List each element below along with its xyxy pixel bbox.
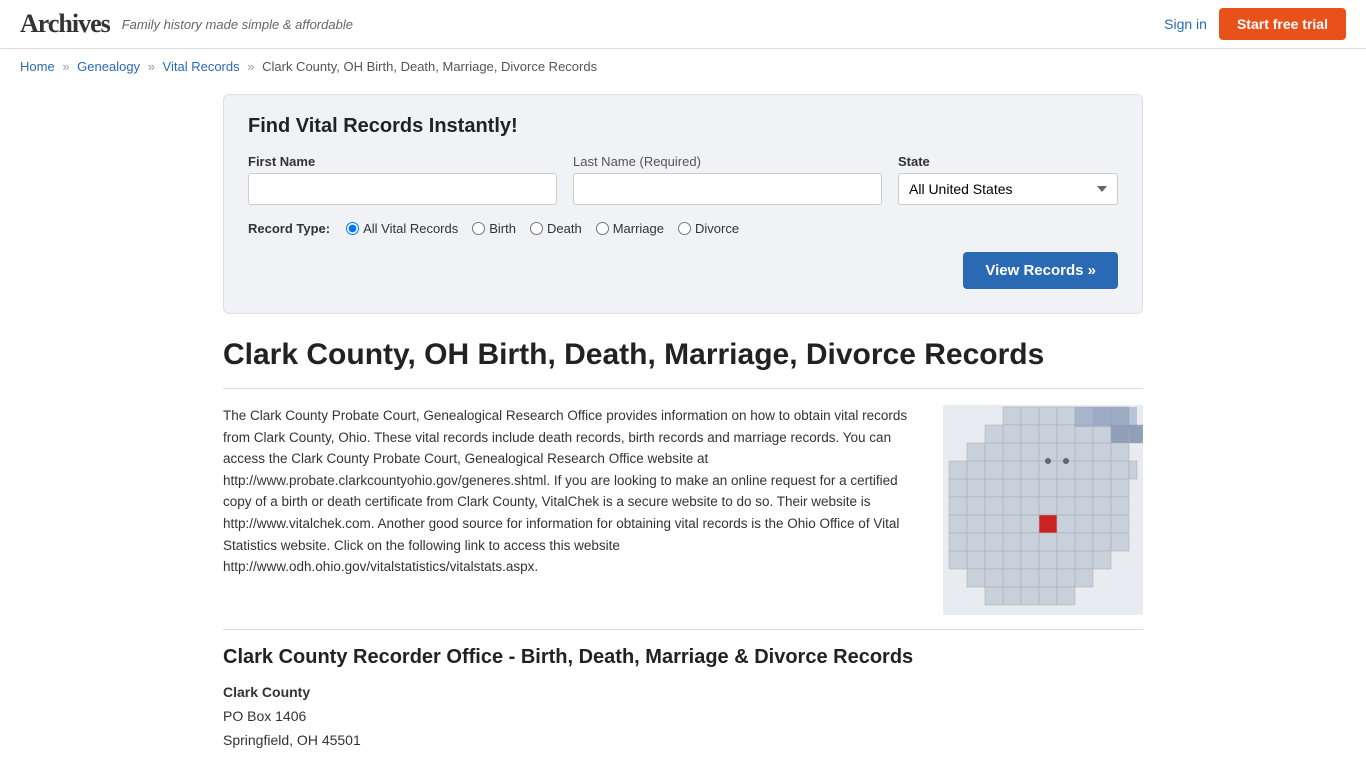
breadcrumb-sep-2: » (148, 59, 155, 74)
radio-options: All Vital Records Birth Death Marriage D… (346, 221, 739, 236)
state-label: State (898, 154, 1118, 169)
site-header: Archives Family history made simple & af… (0, 0, 1366, 49)
view-records-button[interactable]: View Records » (963, 252, 1118, 289)
search-fields: First Name Last Name (Required) State Al… (248, 154, 1118, 205)
site-tagline: Family history made simple & affordable (122, 17, 353, 32)
breadcrumb-current: Clark County, OH Birth, Death, Marriage,… (262, 59, 597, 74)
record-type-label: Record Type: (248, 221, 330, 236)
first-name-field-group: First Name (248, 154, 557, 205)
breadcrumb-vital-records[interactable]: Vital Records (163, 59, 240, 74)
radio-all-vital[interactable]: All Vital Records (346, 221, 458, 236)
site-logo: Archives (20, 9, 110, 39)
body-text: The Clark County Probate Court, Genealog… (223, 405, 923, 605)
radio-marriage[interactable]: Marriage (596, 221, 664, 236)
radio-marriage-input[interactable] (596, 222, 609, 235)
address-line1: PO Box 1406 (223, 708, 306, 724)
main-content: Find Vital Records Instantly! First Name… (203, 84, 1163, 762)
search-box: Find Vital Records Instantly! First Name… (223, 94, 1143, 314)
breadcrumb-genealogy[interactable]: Genealogy (77, 59, 140, 74)
radio-death-input[interactable] (530, 222, 543, 235)
radio-birth[interactable]: Birth (472, 221, 516, 236)
page-title: Clark County, OH Birth, Death, Marriage,… (223, 338, 1143, 372)
radio-birth-label: Birth (489, 221, 516, 236)
breadcrumb-sep-3: » (247, 59, 254, 74)
last-name-field-group: Last Name (Required) (573, 154, 882, 205)
record-type-row: Record Type: All Vital Records Birth Dea… (248, 221, 1118, 236)
first-name-label: First Name (248, 154, 557, 169)
last-name-input[interactable] (573, 173, 882, 205)
radio-marriage-label: Marriage (613, 221, 664, 236)
search-btn-row: View Records » (248, 252, 1118, 289)
radio-birth-input[interactable] (472, 222, 485, 235)
content-divider-2 (223, 629, 1143, 630)
content-divider (223, 388, 1143, 389)
state-select[interactable]: All United States Alabama Alaska Arizona… (898, 173, 1118, 205)
address-name: Clark County (223, 684, 310, 700)
radio-all-vital-input[interactable] (346, 222, 359, 235)
address-line2: Springfield, OH 45501 (223, 732, 361, 748)
breadcrumb-home[interactable]: Home (20, 59, 55, 74)
first-name-input[interactable] (248, 173, 557, 205)
search-title: Find Vital Records Instantly! (248, 115, 1118, 138)
last-name-label: Last Name (Required) (573, 154, 882, 169)
breadcrumb: Home » Genealogy » Vital Records » Clark… (0, 49, 1366, 84)
section2-heading: Clark County Recorder Office - Birth, De… (223, 646, 1143, 669)
breadcrumb-sep-1: » (62, 59, 69, 74)
radio-divorce[interactable]: Divorce (678, 221, 739, 236)
start-trial-button[interactable]: Start free trial (1219, 8, 1346, 40)
radio-divorce-input[interactable] (678, 222, 691, 235)
radio-all-vital-label: All Vital Records (363, 221, 458, 236)
content-area: The Clark County Probate Court, Genealog… (223, 405, 1143, 605)
radio-divorce-label: Divorce (695, 221, 739, 236)
radio-death[interactable]: Death (530, 221, 582, 236)
state-field-group: State All United States Alabama Alaska A… (898, 154, 1118, 205)
sign-in-link[interactable]: Sign in (1164, 16, 1207, 32)
header-logo-area: Archives Family history made simple & af… (20, 9, 353, 39)
radio-death-label: Death (547, 221, 582, 236)
ohio-map (943, 405, 1143, 605)
header-actions: Sign in Start free trial (1164, 8, 1346, 40)
address-block: Clark County PO Box 1406 Springfield, OH… (223, 681, 1143, 752)
